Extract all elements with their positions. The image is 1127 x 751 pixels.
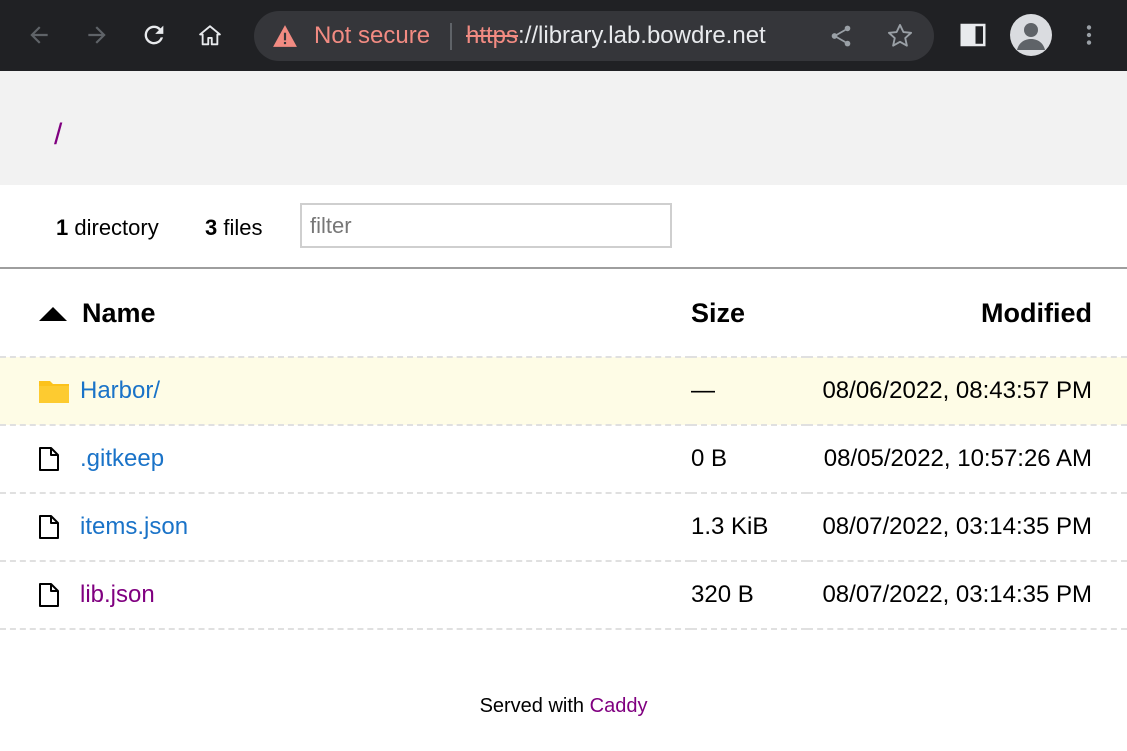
modified-cell: 08/06/2022, 08:43:57 PM (807, 357, 1127, 426)
table-row[interactable]: .gitkeep 0 B 08/05/2022, 10:57:26 AM (0, 425, 1127, 494)
name-cell: Harbor/ (0, 357, 691, 426)
file-count-label: files (223, 215, 263, 240)
sort-ascending-icon (39, 307, 67, 322)
back-arrow-icon (30, 26, 48, 44)
table-row[interactable]: Harbor/ — 08/06/2022, 08:43:57 PM (0, 357, 1127, 426)
table-row[interactable]: lib.json 320 B 08/07/2022, 03:14:35 PM (0, 561, 1127, 630)
modified-cell: 08/05/2022, 10:57:26 AM (807, 425, 1127, 494)
home-icon (199, 25, 221, 46)
file-count-number: 3 (205, 215, 218, 240)
modified-column-header[interactable]: Modified (807, 270, 1127, 358)
reload-button[interactable] (134, 15, 174, 55)
table-header-row: Name Size Modified (0, 270, 1127, 358)
modified-header-label: Modified (981, 297, 1092, 328)
table-row[interactable]: items.json 1.3 KiB 08/07/2022, 03:14:35 … (0, 493, 1127, 562)
breadcrumb-root-link[interactable]: / (54, 118, 62, 151)
caddy-link[interactable]: Caddy (590, 695, 648, 717)
name-column-header[interactable]: Name (0, 270, 691, 358)
size-column-header[interactable]: Size (691, 270, 807, 358)
directory-count: 1 directory (56, 215, 159, 241)
profile-avatar[interactable] (1010, 14, 1052, 56)
size-cell: — (691, 357, 807, 426)
file-icon (38, 581, 70, 609)
folder-link-harbor[interactable]: Harbor/ (80, 377, 160, 405)
url-scheme: https (466, 22, 519, 49)
file-link-items-json[interactable]: items.json (80, 513, 188, 541)
file-table: Name Size Modified Harbor/ — 08/06/2022,… (0, 270, 1127, 630)
address-bar[interactable]: Not secure https://library.lab.bowdre.ne… (254, 11, 934, 61)
directory-count-label: directory (74, 215, 159, 240)
page-header (0, 71, 1127, 185)
directory-count-number: 1 (56, 215, 69, 240)
size-cell: 320 B (691, 561, 807, 630)
name-header-label: Name (82, 297, 156, 328)
reload-icon (144, 25, 164, 45)
file-link-lib-json[interactable]: lib.json (80, 581, 155, 609)
warning-icon (273, 25, 297, 47)
breadcrumb: / (54, 118, 62, 152)
side-panel-icon[interactable] (958, 20, 988, 50)
file-link-gitkeep[interactable]: .gitkeep (80, 445, 164, 473)
modified-cell: 08/07/2022, 03:14:35 PM (807, 561, 1127, 630)
file-count: 3 files (205, 215, 263, 241)
filter-input[interactable] (300, 203, 672, 248)
footer-prefix: Served with (479, 695, 585, 717)
address-separator (450, 23, 452, 50)
file-icon (38, 513, 70, 541)
back-button[interactable] (19, 15, 59, 55)
size-header-label: Size (691, 297, 746, 328)
url-host: ://library.lab.bowdre.net (518, 22, 766, 49)
size-cell: 0 B (691, 425, 807, 494)
page-footer: Served with Caddy (0, 695, 1127, 718)
name-cell: lib.json (0, 561, 691, 630)
security-status-label[interactable]: Not secure (314, 23, 430, 49)
home-button[interactable] (190, 15, 230, 55)
file-listing: Name Size Modified Harbor/ — 08/06/2022,… (0, 270, 1127, 630)
folder-icon (38, 377, 70, 405)
size-cell: 1.3 KiB (691, 493, 807, 562)
person-icon (1017, 23, 1045, 50)
file-icon (38, 445, 70, 473)
modified-cell: 08/07/2022, 03:14:35 PM (807, 493, 1127, 562)
url-text[interactable]: https://library.lab.bowdre.net (466, 23, 766, 49)
share-icon[interactable] (828, 23, 854, 49)
bookmark-star-icon[interactable] (886, 22, 914, 50)
forward-button[interactable] (77, 15, 117, 55)
forward-arrow-icon (88, 26, 106, 44)
name-cell: items.json (0, 493, 691, 562)
browser-toolbar: Not secure https://library.lab.bowdre.ne… (0, 0, 1127, 71)
more-menu-icon[interactable] (1076, 20, 1102, 50)
name-cell: .gitkeep (0, 425, 691, 494)
